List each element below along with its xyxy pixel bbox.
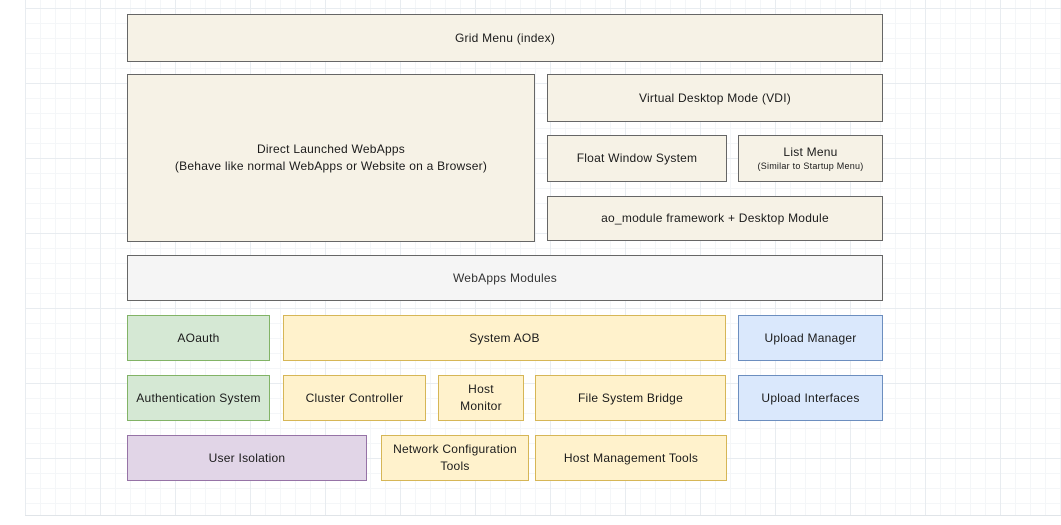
box-label: Host Monitor [447, 381, 515, 415]
diagram-box-list-menu: List Menu (Similar to Startup Menu) [738, 135, 883, 182]
diagram-box-authentication-system: Authentication System [127, 375, 270, 421]
diagram-box-file-system-bridge: File System Bridge [535, 375, 726, 421]
box-label: Grid Menu (index) [455, 30, 555, 47]
box-label: Float Window System [577, 150, 698, 167]
box-label: User Isolation [209, 450, 286, 467]
box-label: WebApps Modules [453, 270, 557, 287]
box-label: System AOB [469, 330, 539, 347]
box-label: AOauth [177, 330, 219, 347]
diagram-box-webapps-modules: WebApps Modules [127, 255, 883, 301]
box-label: Virtual Desktop Mode (VDI) [639, 90, 791, 107]
diagram-box-virtual-desktop-mode: Virtual Desktop Mode (VDI) [547, 74, 883, 122]
diagram-box-ao-module-framework: ao_module framework + Desktop Module [547, 196, 883, 241]
diagram-box-grid-menu: Grid Menu (index) [127, 14, 883, 62]
diagram-box-system-aob: System AOB [283, 315, 726, 361]
diagram-box-direct-launched-webapps: Direct Launched WebApps (Behave like nor… [127, 74, 535, 242]
diagram-box-user-isolation: User Isolation [127, 435, 367, 481]
box-label: List Menu [783, 144, 837, 161]
diagram-box-upload-interfaces: Upload Interfaces [738, 375, 883, 421]
box-label: Authentication System [136, 390, 260, 407]
diagram-box-float-window-system: Float Window System [547, 135, 727, 182]
diagram-box-cluster-controller: Cluster Controller [283, 375, 426, 421]
diagram-box-aoauth: AOauth [127, 315, 270, 361]
box-label: Upload Interfaces [761, 390, 859, 407]
box-label: File System Bridge [578, 390, 683, 407]
box-sublabel: (Behave like normal WebApps or Website o… [175, 158, 487, 175]
box-label: Host Management Tools [564, 450, 698, 467]
box-label: Network Configuration Tools [390, 441, 520, 475]
diagram-box-upload-manager: Upload Manager [738, 315, 883, 361]
diagram-box-host-monitor: Host Monitor [438, 375, 524, 421]
box-label: Upload Manager [764, 330, 856, 347]
diagram-box-host-management-tools: Host Management Tools [535, 435, 727, 481]
box-sublabel: (Similar to Startup Menu) [757, 161, 863, 173]
diagram-box-network-configuration-tools: Network Configuration Tools [381, 435, 529, 481]
box-label: Direct Launched WebApps [257, 141, 405, 158]
canvas-left-margin [0, 0, 25, 525]
box-label: ao_module framework + Desktop Module [601, 210, 829, 227]
box-label: Cluster Controller [306, 390, 404, 407]
